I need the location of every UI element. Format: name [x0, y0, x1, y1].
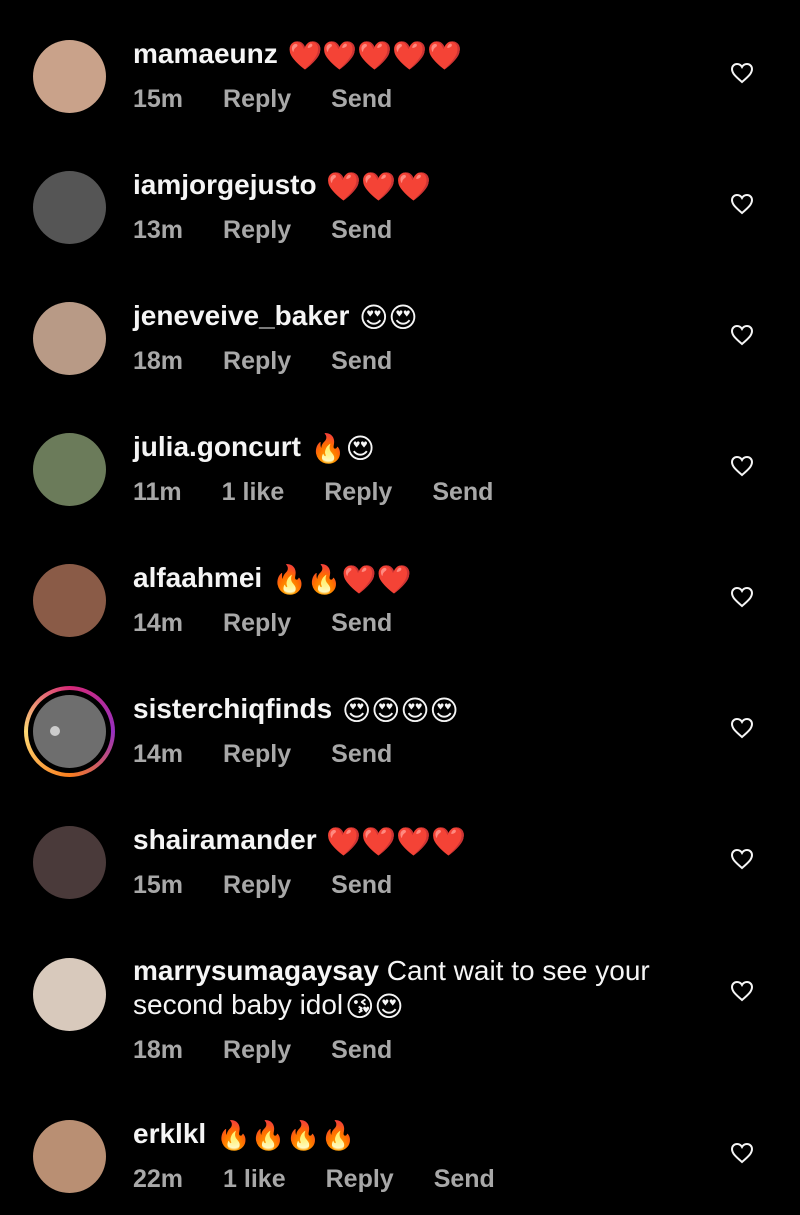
send-button[interactable]: Send — [331, 85, 392, 114]
comment-meta: 15m Reply Send — [133, 871, 392, 900]
reply-button[interactable]: Reply — [324, 478, 392, 507]
comment-meta: 11m 1 like Reply Send — [133, 478, 493, 507]
send-button[interactable]: Send — [331, 609, 392, 638]
send-button[interactable]: Send — [331, 216, 392, 245]
heart-outline-icon[interactable] — [730, 848, 754, 870]
logo-icon — [50, 726, 60, 736]
avatar[interactable] — [33, 433, 106, 506]
heart-outline-icon[interactable] — [730, 324, 754, 346]
timestamp: 15m — [133, 85, 184, 113]
send-button[interactable]: Send — [331, 1036, 392, 1065]
timestamp: 14m — [133, 740, 184, 768]
timestamp: 18m — [133, 1036, 184, 1064]
comment-emojis: 😘😍 — [345, 990, 404, 1022]
avatar[interactable] — [33, 1120, 106, 1193]
comment-emojis: ❤️❤️❤️❤️❤️ — [287, 39, 462, 71]
avatar[interactable] — [33, 302, 106, 375]
avatar-story-ring[interactable] — [24, 686, 115, 777]
reply-button[interactable]: Reply — [223, 740, 291, 769]
heart-outline-icon[interactable] — [730, 586, 754, 608]
comment-emojis: 😍😍😍😍 — [341, 694, 459, 726]
avatar[interactable] — [33, 40, 106, 113]
send-button[interactable]: Send — [331, 871, 392, 900]
heart-outline-icon[interactable] — [730, 1142, 754, 1164]
timestamp: 13m — [133, 216, 184, 244]
comment-emojis: 🔥🔥🔥🔥 — [215, 1119, 356, 1151]
avatar[interactable] — [33, 171, 106, 244]
heart-outline-icon[interactable] — [730, 193, 754, 215]
comment-emojis: 😍😍 — [359, 301, 418, 333]
avatar[interactable] — [33, 564, 106, 637]
avatar[interactable] — [33, 958, 106, 1031]
username[interactable]: alfaahmei — [133, 562, 262, 593]
timestamp: 14m — [133, 609, 184, 637]
reply-button[interactable]: Reply — [223, 609, 291, 638]
timestamp: 15m — [133, 871, 184, 899]
username[interactable]: jeneveive_baker — [133, 300, 349, 331]
reply-button[interactable]: Reply — [326, 1165, 394, 1194]
comment-meta: 13m Reply Send — [133, 216, 392, 245]
heart-outline-icon[interactable] — [730, 980, 754, 1002]
send-button[interactable]: Send — [331, 740, 392, 769]
heart-outline-icon[interactable] — [730, 455, 754, 477]
timestamp: 18m — [133, 347, 184, 375]
comment-meta: 18m Reply Send — [133, 347, 392, 376]
send-button[interactable]: Send — [434, 1165, 495, 1194]
reply-button[interactable]: Reply — [223, 216, 291, 245]
comment-emojis: 🔥🔥❤️❤️ — [271, 563, 412, 595]
username[interactable]: mamaeunz — [133, 38, 278, 69]
username[interactable]: sisterchiqfinds — [133, 693, 332, 724]
comment-emojis: ❤️❤️❤️❤️ — [326, 825, 466, 857]
reply-button[interactable]: Reply — [223, 871, 291, 900]
username[interactable]: iamjorgejusto — [133, 169, 317, 200]
username[interactable]: shairamander — [133, 824, 317, 855]
heart-outline-icon[interactable] — [730, 717, 754, 739]
like-count[interactable]: 1 like — [222, 478, 285, 507]
comment-meta: 15m Reply Send — [133, 85, 392, 114]
timestamp: 11m — [133, 478, 182, 506]
reply-button[interactable]: Reply — [223, 85, 291, 114]
like-count[interactable]: 1 like — [223, 1165, 286, 1194]
avatar[interactable] — [33, 826, 106, 899]
username[interactable]: julia.goncurt — [133, 431, 301, 462]
comment-meta: 18m Reply Send — [133, 1036, 392, 1065]
username[interactable]: erklkl — [133, 1118, 206, 1149]
reply-button[interactable]: Reply — [223, 1036, 291, 1065]
comment-emojis: 🔥😍 — [310, 432, 375, 464]
comment-meta: 22m 1 like Reply Send — [133, 1165, 495, 1194]
timestamp: 22m — [133, 1165, 184, 1193]
comment-emojis: ❤️❤️❤️ — [326, 170, 431, 202]
comment-meta: 14m Reply Send — [133, 740, 392, 769]
send-button[interactable]: Send — [331, 347, 392, 376]
heart-outline-icon[interactable] — [730, 62, 754, 84]
comment-meta: 14m Reply Send — [133, 609, 392, 638]
send-button[interactable]: Send — [432, 478, 493, 507]
reply-button[interactable]: Reply — [223, 347, 291, 376]
username[interactable]: marrysumagaysay — [133, 955, 379, 986]
